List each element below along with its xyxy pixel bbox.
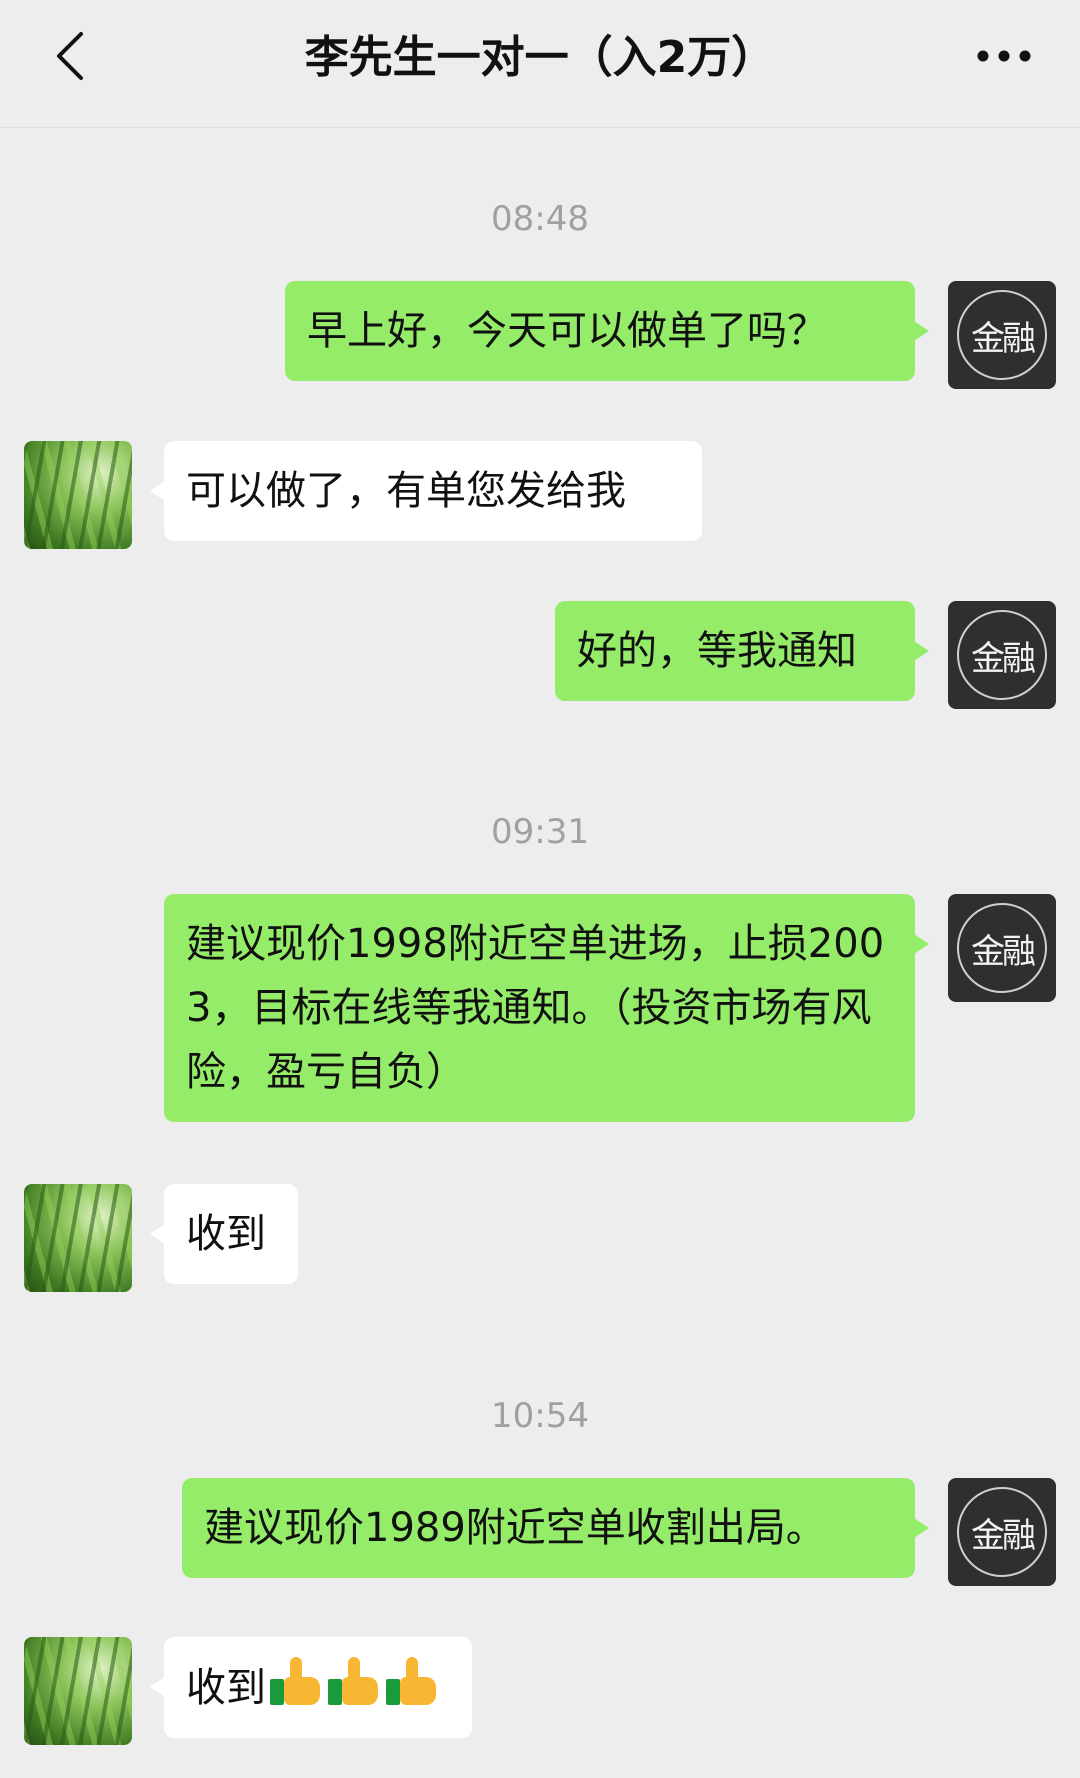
message-bubble-self[interactable]: 早上好，今天可以做单了吗？ bbox=[285, 281, 929, 381]
message-bubble-other[interactable]: 收到 bbox=[150, 1637, 472, 1738]
message-bubble-other[interactable]: 收到 bbox=[150, 1184, 298, 1284]
message-text: 收到 bbox=[186, 1665, 266, 1711]
contact-avatar[interactable] bbox=[24, 1184, 132, 1292]
more-options-button[interactable] bbox=[968, 26, 1040, 86]
chat-header: 李先生一对一（入2万） bbox=[0, 0, 1080, 128]
message-bubble-self[interactable]: 建议现价1989附近空单收割出局。 bbox=[182, 1478, 929, 1578]
avatar-logo-text: 金融 bbox=[971, 1515, 1036, 1556]
thumbs-up-icon bbox=[328, 1655, 386, 1707]
message-bubble-other[interactable]: 可以做了，有单您发给我 bbox=[150, 441, 702, 541]
avatar-logo-text: 金融 bbox=[971, 318, 1036, 359]
more-dots-icon bbox=[977, 50, 1031, 62]
message-bubble-self[interactable]: 好的，等我通知 bbox=[555, 601, 929, 701]
message-bubble-self[interactable]: 建议现价1998附近空单进场，止损2003，目标在线等我通知。（投资市场有风险，… bbox=[164, 894, 929, 1122]
back-button[interactable] bbox=[40, 24, 100, 88]
emoji-group bbox=[270, 1655, 444, 1707]
timestamp: 09:31 bbox=[491, 812, 589, 852]
avatar-logo-text: 金融 bbox=[971, 931, 1036, 972]
timestamp: 10:54 bbox=[491, 1396, 589, 1436]
contact-avatar[interactable] bbox=[24, 441, 132, 549]
self-avatar[interactable]: 金融 bbox=[948, 281, 1056, 389]
thumbs-up-icon bbox=[270, 1655, 328, 1707]
chat-title: 李先生一对一（入2万） bbox=[304, 32, 776, 83]
chevron-left-icon bbox=[57, 32, 83, 80]
self-avatar[interactable]: 金融 bbox=[948, 894, 1056, 1002]
thumbs-up-icon bbox=[386, 1655, 444, 1707]
timestamp: 08:48 bbox=[491, 199, 589, 239]
avatar-logo-text: 金融 bbox=[971, 638, 1036, 679]
self-avatar[interactable]: 金融 bbox=[948, 601, 1056, 709]
self-avatar[interactable]: 金融 bbox=[948, 1478, 1056, 1586]
contact-avatar[interactable] bbox=[24, 1637, 132, 1745]
